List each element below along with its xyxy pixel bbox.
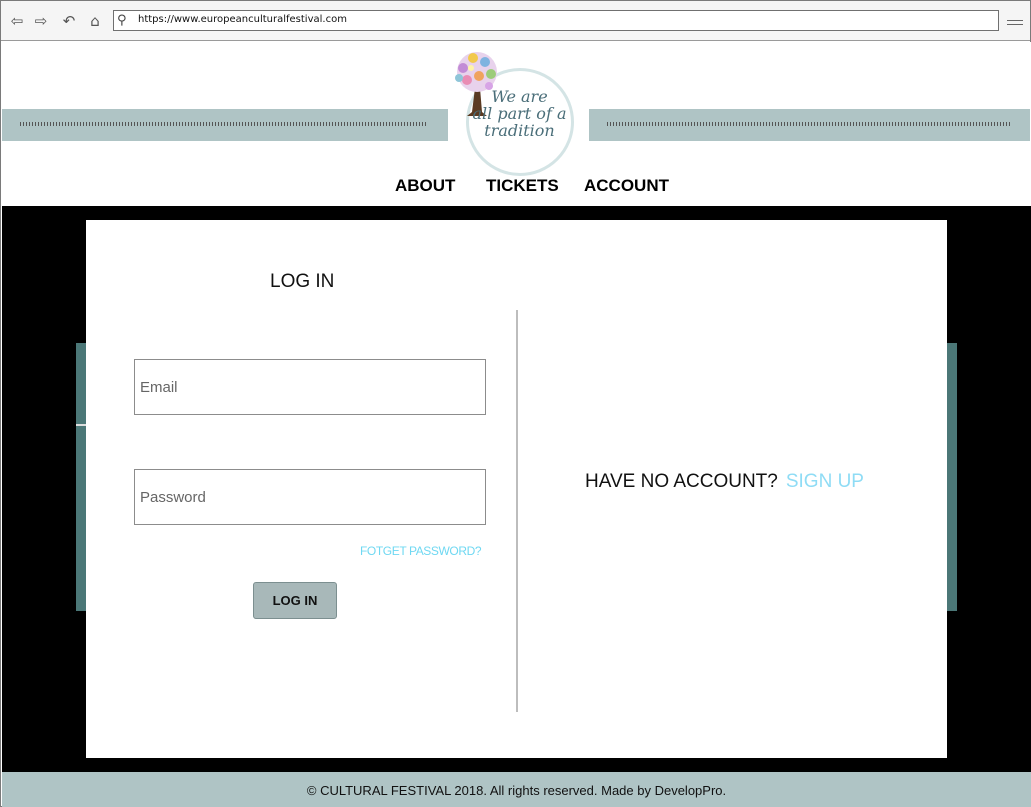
menu-icon[interactable] bbox=[1007, 11, 1025, 31]
forgot-password-link[interactable]: FOTGET PASSWORD? bbox=[360, 544, 482, 558]
side-accent-left bbox=[76, 343, 86, 611]
side-accent-right bbox=[947, 343, 957, 611]
main-nav: ABOUT TICKETS ACCOUNT bbox=[2, 176, 1031, 202]
banner-strip-right bbox=[589, 109, 1030, 141]
refresh-icon[interactable]: ↶ bbox=[59, 11, 79, 31]
footer-text: © CULTURAL FESTIVAL 2018. All rights res… bbox=[306, 783, 727, 798]
email-field[interactable] bbox=[134, 359, 486, 415]
logo-line-2: all part of a bbox=[472, 104, 567, 123]
signup-prompt: HAVE NO ACCOUNT? SIGN UP bbox=[585, 471, 864, 493]
browser-toolbar: ⇦ ⇨ ↶ ⌂ ⚲ https://www.europeanculturalfe… bbox=[1, 1, 1030, 41]
nav-about[interactable]: ABOUT bbox=[395, 176, 455, 196]
address-bar[interactable]: ⚲ https://www.europeanculturalfestival.c… bbox=[113, 10, 999, 31]
logo-text: We are all part of a tradition bbox=[462, 88, 577, 139]
card-divider bbox=[516, 310, 518, 712]
festival-logo[interactable]: We are all part of a tradition bbox=[442, 46, 582, 180]
banner-strip-left bbox=[2, 109, 448, 141]
signup-link[interactable]: SIGN UP bbox=[786, 471, 864, 492]
forward-icon[interactable]: ⇨ bbox=[31, 11, 51, 31]
signup-prompt-text: HAVE NO ACCOUNT? bbox=[585, 471, 778, 492]
login-title: LOG IN bbox=[270, 271, 335, 292]
logo-line-1: We are bbox=[491, 87, 548, 106]
browser-window: ⇦ ⇨ ↶ ⌂ ⚲ https://www.europeanculturalfe… bbox=[0, 0, 1031, 807]
login-card: LOG IN FOTGET PASSWORD? LOG IN HAVE NO A… bbox=[86, 220, 947, 758]
home-icon[interactable]: ⌂ bbox=[85, 11, 105, 31]
nav-tickets[interactable]: TICKETS bbox=[486, 176, 559, 196]
url-text: https://www.europeanculturalfestival.com bbox=[138, 14, 347, 25]
logo-line-3: tradition bbox=[484, 121, 555, 140]
nav-account[interactable]: ACCOUNT bbox=[584, 176, 669, 196]
login-button[interactable]: LOG IN bbox=[253, 582, 337, 619]
search-icon: ⚲ bbox=[117, 13, 127, 28]
site-footer: © CULTURAL FESTIVAL 2018. All rights res… bbox=[2, 772, 1031, 807]
site-header: We are all part of a tradition ABOUT TIC… bbox=[2, 42, 1031, 206]
password-field[interactable] bbox=[134, 469, 486, 525]
back-icon[interactable]: ⇦ bbox=[7, 11, 27, 31]
side-accent-tick bbox=[76, 424, 86, 426]
